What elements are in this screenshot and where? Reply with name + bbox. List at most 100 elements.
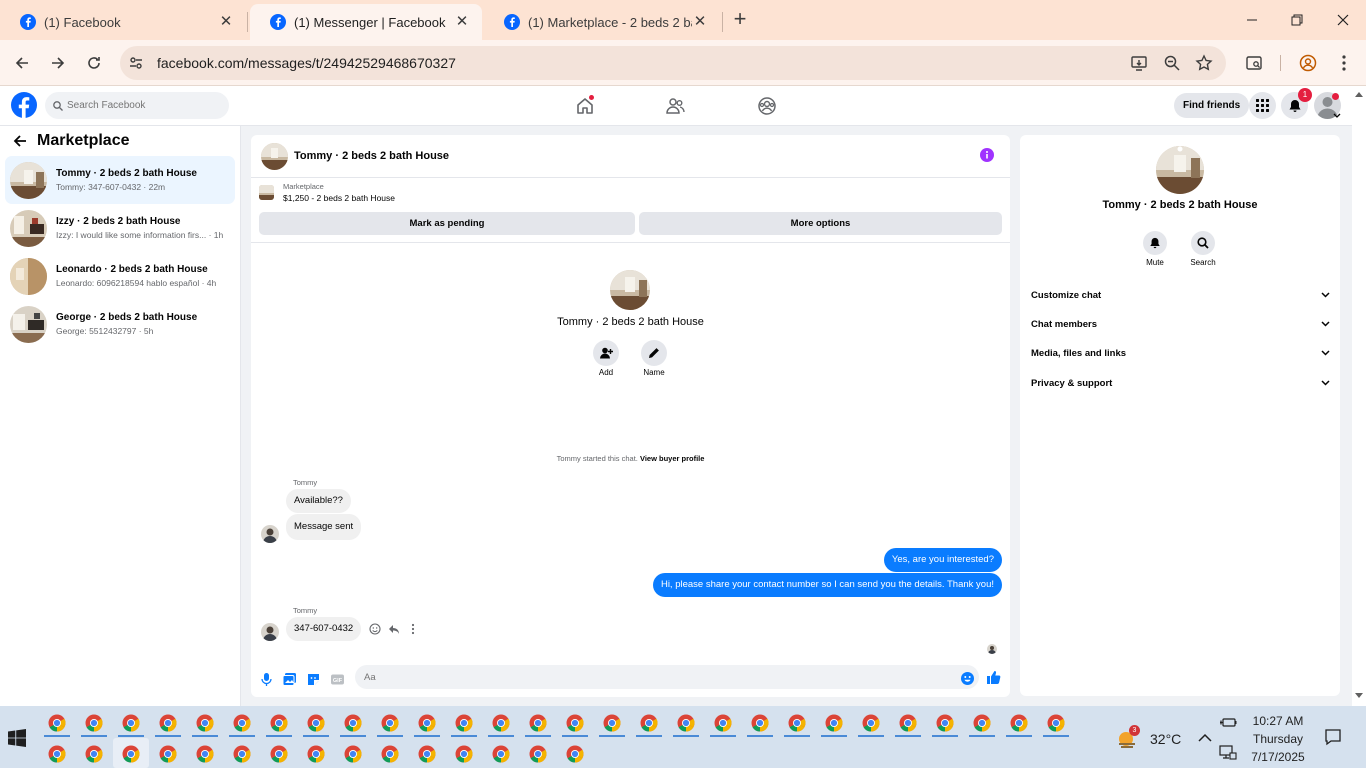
chrome-taskbar-icon[interactable] xyxy=(122,714,140,732)
restore-button[interactable] xyxy=(1283,8,1311,32)
contact-avatar[interactable] xyxy=(610,270,650,310)
mark-as-pending-button[interactable]: Mark as pending xyxy=(259,212,635,235)
address-bar[interactable]: facebook.com/messages/t/2494252946867032… xyxy=(120,46,1226,80)
friends-icon[interactable] xyxy=(665,96,685,116)
chrome-taskbar-icon[interactable] xyxy=(159,714,177,732)
listing-summary[interactable]: Marketplace $1,250 - 2 beds 2 bath House xyxy=(259,182,395,203)
chrome-taskbar-icon[interactable] xyxy=(492,714,510,732)
conversation-item[interactable]: Tommy · 2 beds 2 bath House Tommy: 347-6… xyxy=(5,156,235,204)
system-clock[interactable]: 10:27 AM Thursday 7/17/2025 xyxy=(1248,712,1308,766)
message-bubble[interactable]: 347-607-0432 xyxy=(286,617,362,641)
edit-name-button[interactable] xyxy=(641,340,667,366)
scroll-up-icon[interactable] xyxy=(1355,91,1363,97)
like-thumbs-up-icon[interactable] xyxy=(986,670,1001,685)
back-arrow-icon[interactable] xyxy=(12,133,28,149)
message-input[interactable] xyxy=(355,665,979,689)
message-bubble[interactable]: Yes, are you interested? xyxy=(883,548,1002,572)
chrome-taskbar-icon[interactable] xyxy=(1047,714,1065,732)
reading-list-button[interactable] xyxy=(1242,51,1266,75)
emoji-icon[interactable] xyxy=(960,671,975,686)
browser-menu-button[interactable] xyxy=(1332,51,1356,75)
more-options-button[interactable]: More options xyxy=(639,212,1002,235)
chrome-taskbar-icon[interactable] xyxy=(677,714,695,732)
chrome-taskbar-icon[interactable] xyxy=(196,745,214,763)
close-tab-icon[interactable]: ✕ xyxy=(454,14,470,30)
chrome-taskbar-icon[interactable] xyxy=(307,714,325,732)
chrome-taskbar-icon[interactable] xyxy=(603,714,621,732)
site-settings-icon[interactable] xyxy=(128,55,144,71)
new-tab-button[interactable]: + xyxy=(729,8,751,32)
profile-button[interactable] xyxy=(1296,51,1320,75)
tab-marketplace[interactable]: (1) Marketplace - 2 beds 2 bath ✕ xyxy=(484,4,720,40)
chrome-taskbar-icon[interactable] xyxy=(270,745,288,763)
chrome-taskbar-icon[interactable] xyxy=(233,714,251,732)
chrome-taskbar-icon[interactable] xyxy=(270,714,288,732)
message-bubble[interactable]: Message sent xyxy=(286,514,362,540)
chrome-taskbar-icon[interactable] xyxy=(566,714,584,732)
chrome-taskbar-icon[interactable] xyxy=(418,714,436,732)
chrome-taskbar-icon[interactable] xyxy=(85,745,103,763)
chrome-taskbar-icon[interactable] xyxy=(381,745,399,763)
back-button[interactable] xyxy=(10,51,34,75)
chat-members-section[interactable]: Chat members xyxy=(1031,314,1330,334)
chrome-taskbar-icon[interactable] xyxy=(85,714,103,732)
privacy-support-section[interactable]: Privacy & support xyxy=(1031,373,1330,393)
chrome-taskbar-icon[interactable] xyxy=(714,714,732,732)
chrome-taskbar-icon[interactable] xyxy=(48,714,66,732)
chrome-taskbar-icon[interactable] xyxy=(418,745,436,763)
chrome-taskbar-icon[interactable] xyxy=(899,714,917,732)
forward-button[interactable] xyxy=(46,51,70,75)
close-window-button[interactable] xyxy=(1329,8,1357,32)
chat-avatar[interactable] xyxy=(261,142,288,170)
chrome-taskbar-icon[interactable] xyxy=(1010,714,1028,732)
chrome-taskbar-icon[interactable] xyxy=(566,745,584,763)
gif-icon[interactable]: GIF xyxy=(330,672,345,687)
minimize-button[interactable] xyxy=(1238,8,1266,32)
more-actions-icon[interactable] xyxy=(407,623,419,635)
chat-title[interactable]: Tommy · 2 beds 2 bath House xyxy=(294,150,449,162)
react-emoji-icon[interactable] xyxy=(369,623,381,635)
chrome-taskbar-icon[interactable] xyxy=(455,714,473,732)
view-buyer-profile-link[interactable]: View buyer profile xyxy=(640,454,704,463)
microphone-icon[interactable] xyxy=(259,672,274,687)
close-tab-icon[interactable]: ✕ xyxy=(218,14,234,30)
customize-chat-section[interactable]: Customize chat xyxy=(1031,285,1330,305)
battery-plug-icon[interactable] xyxy=(1219,714,1237,732)
close-tab-icon[interactable]: ✕ xyxy=(692,14,708,30)
media-files-links-section[interactable]: Media, files and links xyxy=(1031,343,1330,363)
photo-gallery-icon[interactable] xyxy=(282,672,297,687)
info-icon[interactable] xyxy=(980,148,994,162)
chrome-taskbar-icon[interactable] xyxy=(344,745,362,763)
windows-start-icon[interactable] xyxy=(8,729,26,747)
zoom-icon[interactable] xyxy=(1163,54,1181,72)
chrome-taskbar-icon[interactable] xyxy=(973,714,991,732)
add-people-button[interactable] xyxy=(593,340,619,366)
chrome-taskbar-icon[interactable] xyxy=(751,714,769,732)
chrome-taskbar-icon[interactable] xyxy=(344,714,362,732)
chrome-taskbar-icon[interactable] xyxy=(492,745,510,763)
chrome-taskbar-icon[interactable] xyxy=(307,745,325,763)
chrome-taskbar-icon[interactable] xyxy=(825,714,843,732)
message-bubble[interactable]: Available?? xyxy=(286,489,351,513)
chrome-taskbar-icon[interactable] xyxy=(122,745,140,763)
conversation-item[interactable]: Leonardo · 2 beds 2 bath House Leonardo:… xyxy=(5,252,235,300)
mute-button[interactable] xyxy=(1143,231,1167,255)
tab-facebook[interactable]: (1) Facebook ✕ xyxy=(0,4,246,40)
notification-center-icon[interactable] xyxy=(1324,728,1342,746)
menu-button[interactable] xyxy=(1249,92,1276,119)
message-bubble[interactable]: Hi, please share your contact number so … xyxy=(652,573,1002,597)
find-friends-button[interactable]: Find friends xyxy=(1174,93,1250,118)
chrome-taskbar-icon[interactable] xyxy=(529,714,547,732)
install-app-icon[interactable] xyxy=(1130,54,1148,72)
sticker-icon[interactable] xyxy=(306,672,321,687)
chrome-taskbar-icon[interactable] xyxy=(159,745,177,763)
chrome-taskbar-icon[interactable] xyxy=(196,714,214,732)
chevron-up-icon[interactable] xyxy=(1196,729,1214,747)
scroll-down-icon[interactable] xyxy=(1355,693,1363,699)
weather-widget[interactable]: 3 32°C xyxy=(1116,725,1181,751)
search-in-conversation-button[interactable] xyxy=(1191,231,1215,255)
search-input[interactable] xyxy=(67,100,217,111)
chrome-taskbar-icon[interactable] xyxy=(48,745,66,763)
details-avatar[interactable] xyxy=(1156,146,1204,194)
groups-icon[interactable] xyxy=(757,96,777,116)
